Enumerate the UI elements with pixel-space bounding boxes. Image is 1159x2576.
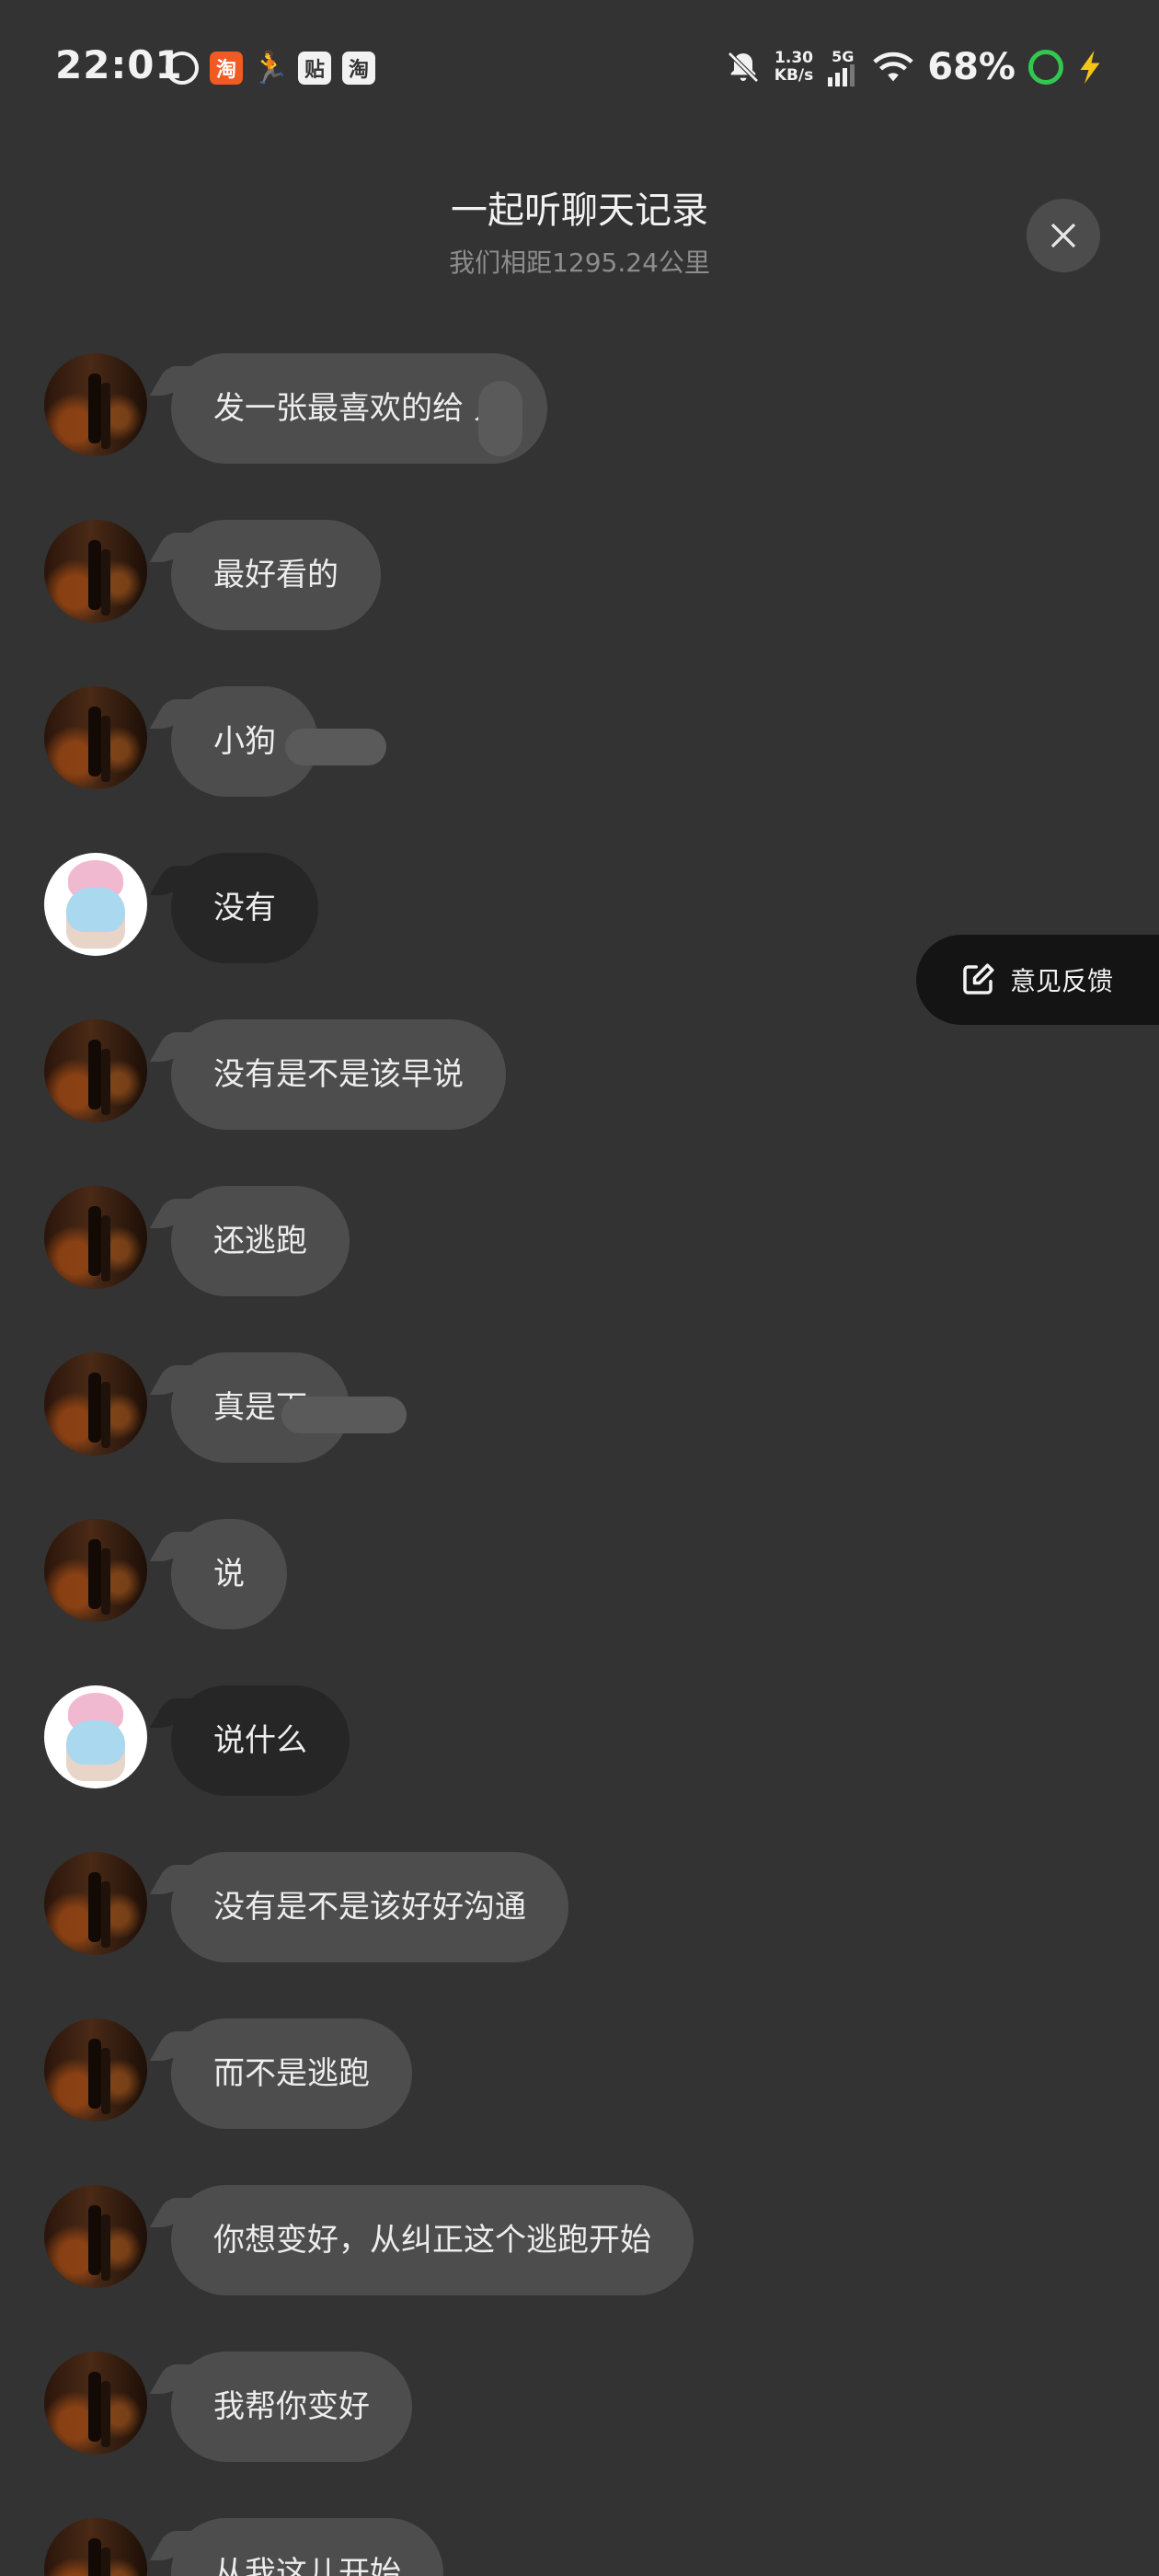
avatar[interactable] xyxy=(44,2185,147,2288)
message-bubble[interactable]: 你想变好，从纠正这个逃跑开始 xyxy=(171,2185,694,2295)
cellular: 5G xyxy=(826,49,859,86)
feedback-button[interactable]: 意见反馈 xyxy=(916,935,1159,1025)
distance-subtitle: 我们相距1295.24公里 xyxy=(449,247,710,278)
net-speed: 1.30 KB/s xyxy=(774,49,814,85)
taobao-like-icon: 淘 xyxy=(210,52,243,85)
avatar[interactable] xyxy=(44,1186,147,1289)
message-bubble[interactable]: 最好看的 xyxy=(171,520,381,630)
avatar[interactable] xyxy=(44,1352,147,1455)
avatar[interactable] xyxy=(44,2518,147,2576)
avatar[interactable] xyxy=(44,1685,147,1788)
close-icon xyxy=(1050,223,1076,248)
status-right: 1.30 KB/s 5G 68% xyxy=(725,46,1104,88)
message-bubble[interactable]: 说什么 xyxy=(171,1685,350,1796)
status-bar: 22:01 淘 🏃 贴 淘 1.30 KB/s 5G 68% xyxy=(0,0,1159,138)
avatar[interactable] xyxy=(44,853,147,956)
chat-history-screen: 22:01 淘 🏃 贴 淘 1.30 KB/s 5G 68% 一起听聊天记录 我… xyxy=(0,0,1159,2576)
message-bubble[interactable]: 说 xyxy=(171,1519,287,1629)
person-icon: 🏃 xyxy=(250,50,291,86)
status-app-icons: 淘 🏃 贴 淘 xyxy=(166,50,375,86)
weibo-icon xyxy=(166,52,199,85)
message-bubble[interactable]: 从我这儿开始 xyxy=(171,2518,443,2576)
avatar[interactable] xyxy=(44,1852,147,1955)
blur-mask xyxy=(285,729,386,765)
avatar[interactable] xyxy=(44,2352,147,2455)
avatar[interactable] xyxy=(44,520,147,623)
edit-icon xyxy=(963,963,994,995)
close-button[interactable] xyxy=(1027,199,1100,272)
avatar[interactable] xyxy=(44,1519,147,1622)
message-bubble[interactable]: 而不是逃跑 xyxy=(171,2018,412,2129)
battery-percent: 68% xyxy=(927,46,1016,88)
charging-ring-icon xyxy=(1028,50,1063,85)
page-title: 一起听聊天记录 xyxy=(451,190,708,232)
tieba-icon: 贴 xyxy=(298,52,331,85)
signal-icon xyxy=(828,63,855,86)
blur-mask xyxy=(478,381,522,456)
message-bubble[interactable]: 还逃跑 xyxy=(171,1186,350,1296)
lightning-bolt-icon xyxy=(1080,51,1100,84)
message-bubble[interactable]: 没有 xyxy=(171,853,318,963)
blur-mask xyxy=(281,1397,407,1433)
wifi-icon xyxy=(873,52,913,82)
message-bubble[interactable]: 我帮你变好 xyxy=(171,2352,412,2462)
status-time: 22:01 xyxy=(55,42,183,87)
avatar[interactable] xyxy=(44,686,147,789)
message-bubble[interactable]: 没有是不是该早说 xyxy=(171,1019,506,1130)
avatar[interactable] xyxy=(44,1019,147,1122)
avatar[interactable] xyxy=(44,353,147,456)
taobao-icon: 淘 xyxy=(342,52,375,85)
avatar[interactable] xyxy=(44,2018,147,2122)
mute-bell-icon xyxy=(728,52,759,83)
feedback-label: 意见反馈 xyxy=(1010,966,1114,996)
message-bubble[interactable]: 没有是不是该好好沟通 xyxy=(171,1852,568,1962)
